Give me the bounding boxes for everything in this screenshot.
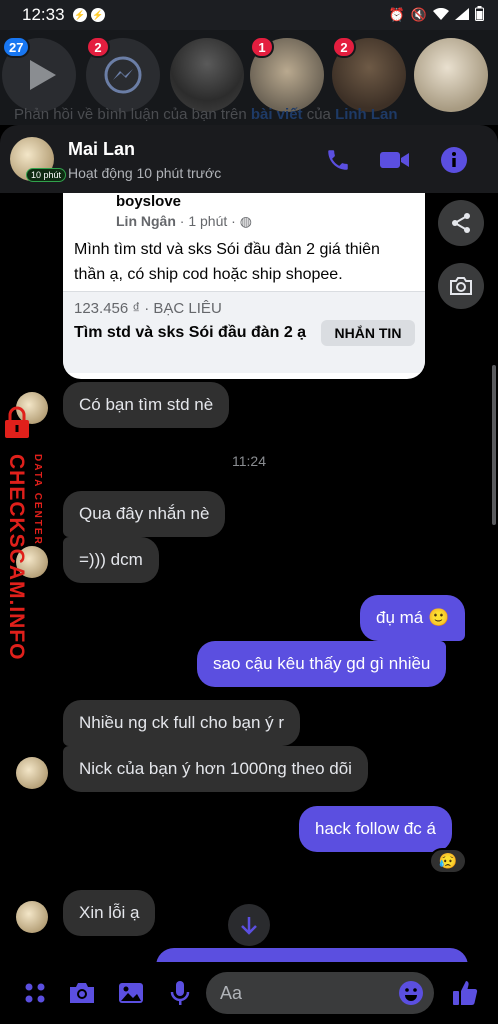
scrollbar[interactable]	[492, 365, 496, 525]
message-bubble[interactable]: Xin lỗi ạ	[63, 890, 156, 936]
battery-icon	[475, 6, 484, 24]
menu-dots-icon[interactable]	[20, 978, 50, 1008]
notice-text: Phản hồi về bình luận của bạn trên	[14, 106, 251, 123]
scroll-to-bottom-button[interactable]	[228, 904, 270, 946]
status-time: 12:33	[22, 5, 65, 24]
share-icon[interactable]	[438, 200, 484, 246]
background-notice: Phản hồi về bình luận của bạn trên bài v…	[14, 106, 398, 123]
chat-panel: 10 phút Mai Lan Hoạt động 10 phút trước …	[0, 125, 498, 1024]
status-bar: 12:33 ⚡ ⚡ ⏰ 🔇	[0, 0, 498, 30]
wifi-icon	[433, 7, 449, 23]
post-body: Mình tìm std và sks Sói đầu đàn 2 giá th…	[74, 241, 380, 283]
emoji-icon[interactable]	[398, 980, 424, 1006]
contact-head-2[interactable]: 1	[250, 36, 324, 112]
camera-icon[interactable]	[67, 978, 97, 1008]
contact-head-3[interactable]: 2	[332, 36, 406, 112]
listing-price: 123.456 ₫ · BẠC LIÊU	[74, 300, 222, 317]
message-bubble[interactable]: Nick của bạn ý hơn 1000ng theo dõi	[63, 746, 368, 792]
messenger-notification-icon-2: ⚡	[90, 8, 105, 22]
arrow-down-icon	[241, 917, 257, 935]
post-meta: Lin Ngân · 1 phút · ◍	[116, 213, 252, 230]
listing-title: Tìm std và sks Sói đầu đàn 2 ạ	[74, 324, 307, 341]
watermark-subtext: DATA CENTER	[32, 454, 43, 546]
message-seller-button[interactable]: NHẮN TIN	[321, 320, 415, 346]
head-badge: 1	[250, 36, 274, 58]
message-bubble[interactable]: Có bạn tìm std nè	[63, 382, 230, 428]
contact-head-4[interactable]	[414, 38, 488, 112]
head-badge: 2	[86, 36, 110, 58]
like-icon[interactable]	[450, 978, 480, 1008]
contact-avatar-small[interactable]	[16, 757, 48, 789]
post-time: · 1 phút ·	[175, 213, 240, 229]
message-bubble[interactable]: =))) dcm	[63, 537, 159, 583]
message-input-placeholder: Aa	[220, 983, 243, 1003]
message-bubble[interactable]: Qua đây nhắn nè	[63, 491, 226, 537]
message-reaction[interactable]: 😥	[429, 848, 467, 874]
watermark-text: CHECKSCAM.INFO	[5, 454, 28, 661]
camera-save-icon[interactable]	[438, 263, 484, 309]
gallery-icon[interactable]	[116, 978, 146, 1008]
globe-icon: ◍	[239, 213, 252, 229]
notice-link-user: Linh Lan	[335, 106, 398, 123]
mute-icon: 🔇	[410, 7, 427, 22]
head-badge: 27	[2, 36, 31, 58]
phone-icon[interactable]	[323, 145, 353, 175]
message-bubble-sent[interactable]: hack follow đc á	[299, 806, 452, 852]
head-badge: 2	[332, 36, 356, 58]
alarm-icon: ⏰	[388, 7, 405, 22]
contact-head-1[interactable]	[170, 38, 244, 112]
post-author[interactable]: Lin Ngân	[116, 213, 176, 229]
shared-post-card[interactable]: boyslove Lin Ngân · 1 phút · ◍ Mình tìm …	[63, 193, 425, 379]
active-chip: 10 phút	[26, 168, 67, 182]
watermark: CHECKSCAM.INFO DATA CENTER	[0, 400, 52, 661]
message-composer: Aa	[0, 962, 498, 1024]
chat-header: 10 phút Mai Lan Hoạt động 10 phút trước	[0, 125, 498, 193]
timestamp: 11:24	[232, 453, 266, 469]
notice-text-2: của	[302, 106, 336, 123]
post-group-name[interactable]: boyslove	[116, 193, 181, 210]
lock-icon	[5, 406, 29, 438]
marketplace-attachment[interactable]: 123.456 ₫ · BẠC LIÊU Tìm std và sks Sói …	[63, 291, 425, 373]
chat-heads-bar: 27 2 1 2 Phản hồi về bình luận của bạn t…	[0, 30, 498, 125]
notice-link-post: bài viết	[250, 106, 303, 123]
video-icon[interactable]	[380, 145, 410, 175]
message-bubble[interactable]: Nhiều ng ck full cho bạn ý r	[63, 700, 301, 746]
contact-status: Hoạt động 10 phút trước	[68, 165, 222, 181]
microphone-icon[interactable]	[165, 978, 195, 1008]
media-head[interactable]: 27	[2, 36, 76, 112]
message-bubble-sent[interactable]: đụ má 🙂	[360, 595, 466, 641]
contact-name[interactable]: Mai Lan	[68, 139, 135, 160]
messenger-notification-icon: ⚡	[72, 8, 87, 22]
contact-avatar-small[interactable]	[16, 901, 48, 933]
info-icon[interactable]	[439, 145, 469, 175]
message-input[interactable]: Aa	[206, 972, 434, 1014]
messenger-head[interactable]: 2	[86, 36, 160, 112]
message-bubble-sent[interactable]: sao cậu kêu thấy gd gì nhiều	[197, 641, 447, 687]
signal-icon	[455, 7, 469, 23]
